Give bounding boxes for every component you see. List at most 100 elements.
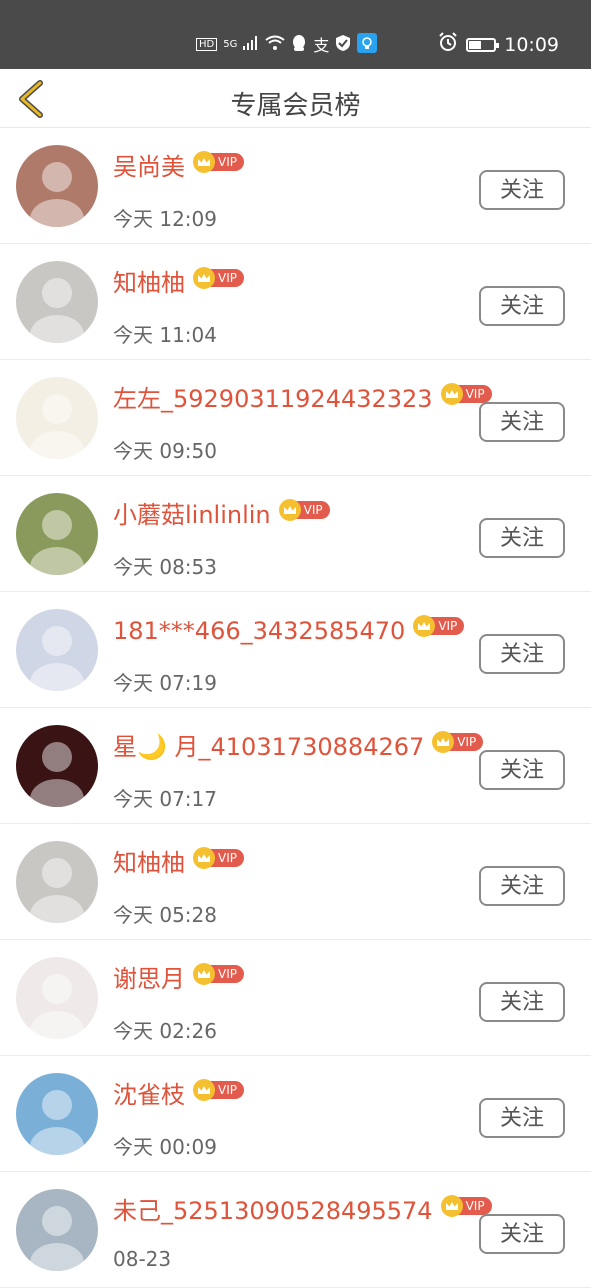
vip-label: VIP xyxy=(430,617,465,635)
member-name[interactable]: 小蘑菇linlinlin xyxy=(113,498,271,532)
member-time: 今天 08:53 xyxy=(113,555,217,579)
avatar[interactable] xyxy=(16,609,98,691)
vip-label: VIP xyxy=(449,733,484,751)
vip-label: VIP xyxy=(210,269,244,287)
member-row[interactable]: 181***466_3432585470 VIP 今天 07:19 关注 xyxy=(0,592,591,708)
qq-icon xyxy=(291,34,307,55)
crown-icon xyxy=(193,963,215,985)
avatar[interactable] xyxy=(16,725,98,807)
vip-badge: VIP xyxy=(193,151,244,173)
member-list: 吴尚美 VIP 今天 12:09 关注 知柚柚 VIP 今天 11:04 关注 … xyxy=(0,128,591,1288)
member-row[interactable]: 知柚柚 VIP 今天 05:28 关注 xyxy=(0,824,591,940)
member-row[interactable]: 吴尚美 VIP 今天 12:09 关注 xyxy=(0,128,591,244)
vip-badge: VIP xyxy=(432,731,484,753)
name-line: 知柚柚 VIP xyxy=(113,846,244,880)
crown-icon xyxy=(193,151,215,173)
member-time: 今天 02:26 xyxy=(113,1019,217,1043)
name-line: 小蘑菇linlinlin VIP xyxy=(113,498,330,532)
crown-icon xyxy=(193,267,215,289)
avatar-image xyxy=(16,1073,98,1155)
avatar[interactable] xyxy=(16,145,98,227)
signal-icon xyxy=(243,35,259,53)
name-line: 左左_59290311924432323 VIP xyxy=(113,382,492,416)
name-line: 知柚柚 VIP xyxy=(113,266,244,300)
vip-label: VIP xyxy=(210,965,244,983)
follow-button[interactable]: 关注 xyxy=(479,1214,565,1254)
page-title: 专属会员榜 xyxy=(230,91,361,121)
avatar-image xyxy=(16,145,98,227)
vip-label: VIP xyxy=(457,385,492,403)
follow-button[interactable]: 关注 xyxy=(479,402,565,442)
follow-button[interactable]: 关注 xyxy=(479,286,565,326)
member-row[interactable]: 小蘑菇linlinlin VIP 今天 08:53 关注 xyxy=(0,476,591,592)
member-time: 今天 05:28 xyxy=(113,903,217,927)
member-name[interactable]: 知柚柚 xyxy=(113,846,185,880)
avatar[interactable] xyxy=(16,493,98,575)
member-row[interactable]: 沈雀枝 VIP 今天 00:09 关注 xyxy=(0,1056,591,1172)
crown-icon xyxy=(440,1195,463,1217)
member-time: 08-23 xyxy=(113,1247,172,1271)
vip-badge: VIP xyxy=(193,267,244,289)
alipay-icon: 支 xyxy=(313,36,330,55)
avatar-image xyxy=(16,377,98,459)
name-line: 谢思月 VIP xyxy=(113,962,244,996)
member-row[interactable]: 左左_59290311924432323 VIP 今天 09:50 关注 xyxy=(0,360,591,476)
follow-button[interactable]: 关注 xyxy=(479,170,565,210)
member-name[interactable]: 沈雀枝 xyxy=(113,1078,185,1112)
member-name[interactable]: 星🌙 月_41031730884267 xyxy=(113,730,424,764)
member-row[interactable]: 谢思月 VIP 今天 02:26 关注 xyxy=(0,940,591,1056)
status-icons: HD 5G 支 xyxy=(196,32,378,56)
avatar[interactable] xyxy=(16,1073,98,1155)
member-time: 今天 07:17 xyxy=(113,787,217,811)
vip-badge: VIP xyxy=(193,963,244,985)
avatar-image xyxy=(16,609,98,691)
vip-badge: VIP xyxy=(193,1079,244,1101)
vip-badge: VIP xyxy=(440,383,492,405)
nav-bar: 专属会员榜 xyxy=(0,69,591,128)
follow-button[interactable]: 关注 xyxy=(479,750,565,790)
follow-button[interactable]: 关注 xyxy=(479,982,565,1022)
crown-icon xyxy=(278,499,301,521)
vip-label: VIP xyxy=(210,849,244,867)
member-name[interactable]: 181***466_3432585470 xyxy=(113,614,405,648)
member-time: 今天 00:09 xyxy=(113,1135,217,1159)
battery-icon xyxy=(466,37,500,52)
shield-icon xyxy=(335,34,351,55)
avatar-image xyxy=(16,1189,98,1271)
network-label: 5G xyxy=(223,38,238,50)
avatar[interactable] xyxy=(16,261,98,343)
name-line: 星🌙 月_41031730884267 VIP xyxy=(113,730,484,764)
member-name[interactable]: 左左_59290311924432323 xyxy=(113,382,433,416)
wifi-icon xyxy=(265,35,285,54)
follow-button[interactable]: 关注 xyxy=(479,518,565,558)
member-row[interactable]: 星🌙 月_41031730884267 VIP 今天 07:17 关注 xyxy=(0,708,591,824)
member-name[interactable]: 吴尚美 xyxy=(113,150,185,184)
vip-label: VIP xyxy=(295,501,330,519)
vip-label: VIP xyxy=(210,153,244,171)
follow-button[interactable]: 关注 xyxy=(479,866,565,906)
status-bar: HD 5G 支 10:09 xyxy=(0,0,591,69)
avatar-image xyxy=(16,841,98,923)
crown-icon xyxy=(193,1079,215,1101)
avatar-image xyxy=(16,261,98,343)
member-row[interactable]: 未己_52513090528495574 VIP 08-23 关注 xyxy=(0,1172,591,1288)
follow-button[interactable]: 关注 xyxy=(479,1098,565,1138)
follow-button[interactable]: 关注 xyxy=(479,634,565,674)
member-name[interactable]: 知柚柚 xyxy=(113,266,185,300)
app-icon xyxy=(357,32,378,56)
status-time: 10:09 xyxy=(504,33,559,56)
member-row[interactable]: 知柚柚 VIP 今天 11:04 关注 xyxy=(0,244,591,360)
alarm-icon xyxy=(438,32,458,57)
avatar[interactable] xyxy=(16,1189,98,1271)
vip-badge: VIP xyxy=(413,615,465,637)
member-time: 今天 11:04 xyxy=(113,323,217,347)
avatar[interactable] xyxy=(16,841,98,923)
avatar-image xyxy=(16,493,98,575)
avatar-image xyxy=(16,957,98,1039)
avatar[interactable] xyxy=(16,377,98,459)
member-name[interactable]: 未己_52513090528495574 xyxy=(113,1194,433,1228)
member-name[interactable]: 谢思月 xyxy=(113,962,185,996)
name-line: 未己_52513090528495574 VIP xyxy=(113,1194,492,1228)
avatar[interactable] xyxy=(16,957,98,1039)
crown-icon xyxy=(193,847,215,869)
